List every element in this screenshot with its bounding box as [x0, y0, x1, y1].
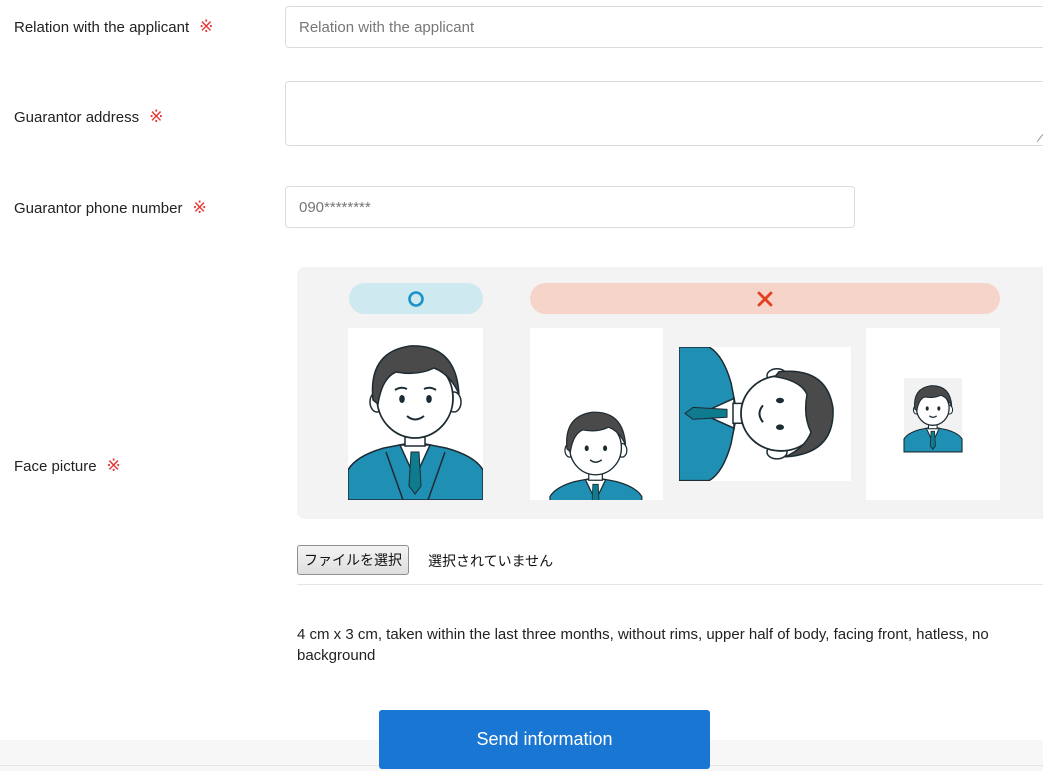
required-mark: ※ [199, 17, 214, 36]
address-textarea[interactable] [285, 81, 1043, 146]
phone-label: Guarantor phone number ※ [14, 198, 207, 218]
address-label: Guarantor address ※ [14, 107, 163, 127]
photo-requirements-note: 4 cm x 3 cm, taken within the last three… [297, 626, 989, 664]
relation-input[interactable] [285, 6, 1043, 48]
bad-example-rotated [679, 347, 851, 481]
face-picture-label: Face picture ※ [14, 456, 121, 476]
bad-example-too-small [866, 328, 1000, 500]
resize-handle-icon[interactable] [1037, 134, 1043, 142]
good-example-photo [348, 328, 483, 500]
bad-example-too-low [530, 328, 663, 500]
required-mark: ※ [106, 456, 121, 475]
person-icon [903, 378, 963, 453]
required-mark: ※ [149, 107, 164, 126]
choose-file-button[interactable]: ファイルを選択 [297, 545, 409, 575]
phone-label-text: Guarantor phone number [14, 199, 183, 217]
phone-input[interactable] [285, 186, 855, 228]
cross-ng-icon [757, 291, 773, 306]
face-picture-guide [297, 267, 1043, 519]
person-icon [348, 345, 483, 500]
circle-ok-icon [408, 290, 424, 307]
file-status: 選択されていません [428, 554, 554, 570]
face-picture-label-text: Face picture [14, 457, 97, 475]
bad-example-header [530, 283, 1000, 314]
person-icon [679, 347, 834, 481]
relation-label: Relation with the applicant ※ [14, 17, 213, 37]
required-mark: ※ [192, 198, 207, 217]
good-example-header [349, 283, 483, 314]
relation-label-text: Relation with the applicant [14, 18, 190, 36]
person-icon [549, 411, 643, 500]
address-label-text: Guarantor address [14, 108, 140, 126]
send-information-button[interactable]: Send information [379, 710, 710, 769]
divider [297, 584, 1043, 585]
